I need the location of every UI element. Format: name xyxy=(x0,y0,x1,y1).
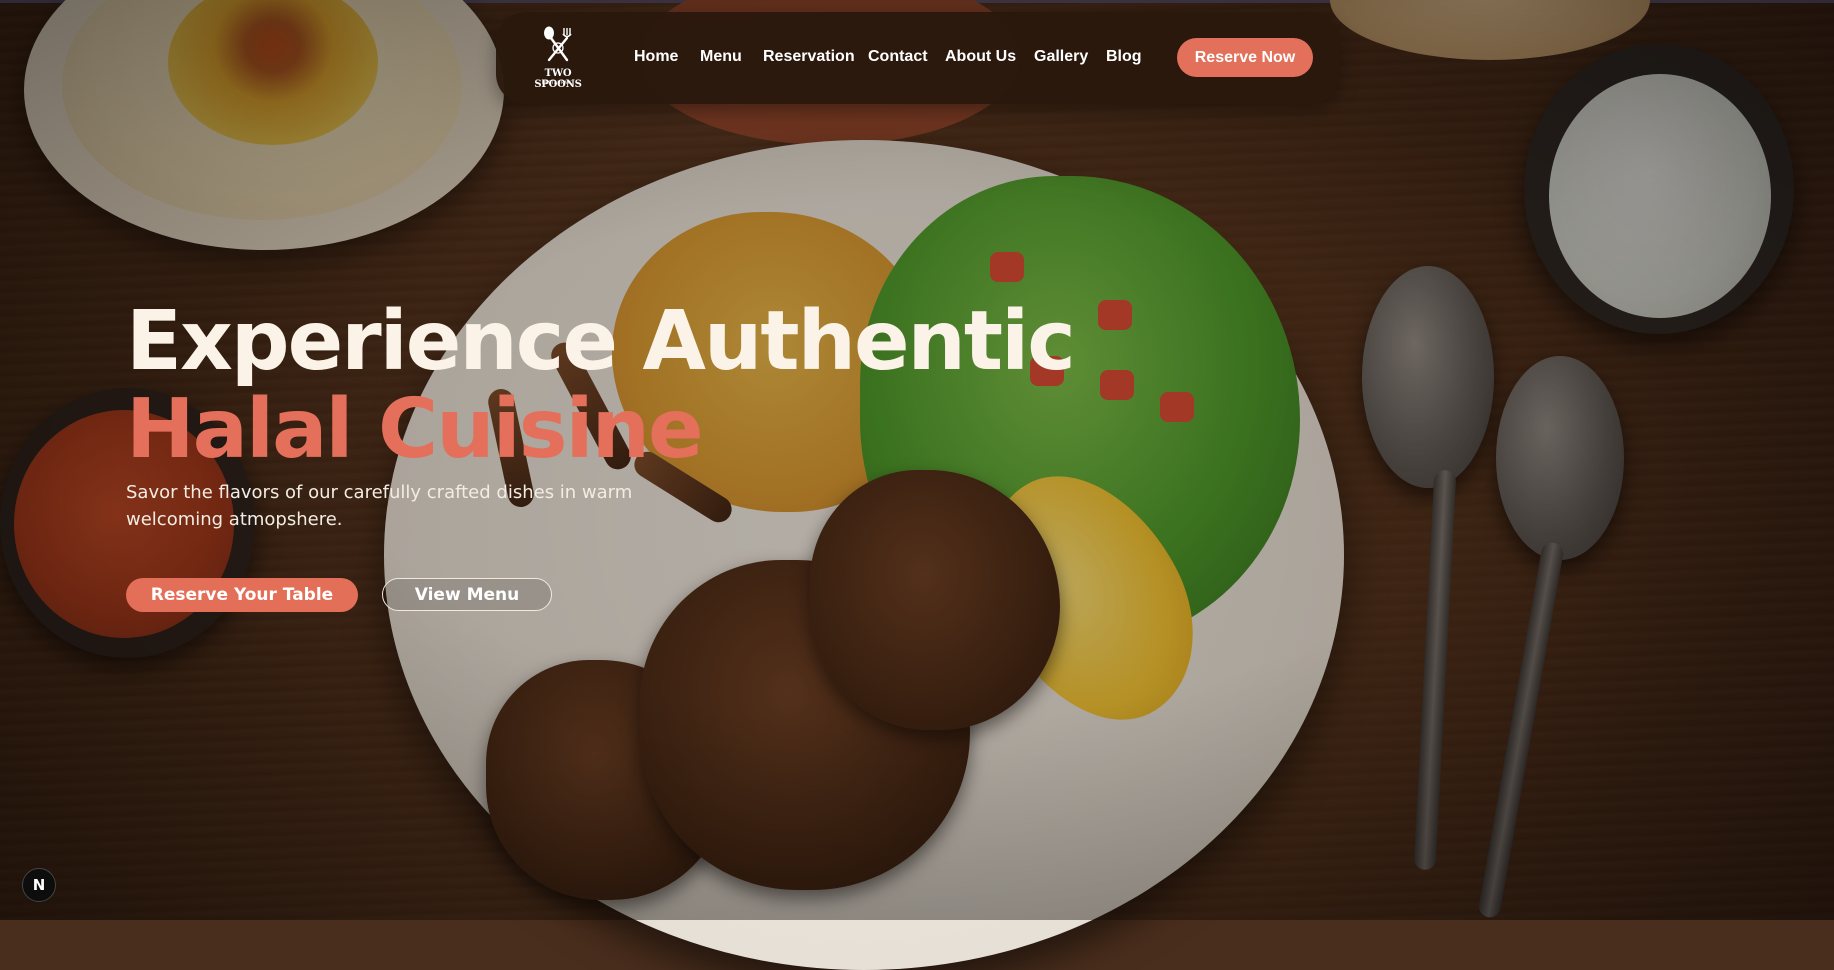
hero-headline-accent: Halal Cuisine xyxy=(126,382,704,477)
reserve-now-button[interactable]: Reserve Now xyxy=(1177,38,1313,77)
view-menu-button[interactable]: View Menu xyxy=(382,578,552,611)
nav-link-menu[interactable]: Menu xyxy=(700,48,742,66)
reserve-your-table-button[interactable]: Reserve Your Table xyxy=(126,578,358,612)
brand-name: TWO SPOONS xyxy=(534,68,582,90)
nav-link-reservation[interactable]: Reservation xyxy=(763,48,855,66)
hero-headline: Experience Authentic xyxy=(126,294,1076,389)
nav-link-blog[interactable]: Blog xyxy=(1106,48,1142,66)
crossed-spoon-fork-icon xyxy=(544,26,572,62)
nav-link-about-us[interactable]: About Us xyxy=(945,48,1016,66)
next-dev-indicator-icon[interactable]: N xyxy=(22,868,56,902)
brand-tagline: RESTAURANT xyxy=(541,80,575,85)
nav-link-home[interactable]: Home xyxy=(634,48,678,66)
hero-subtitle: Savor the flavors of our carefully craft… xyxy=(126,482,633,530)
nav-link-contact[interactable]: Contact xyxy=(868,48,928,66)
nav-link-gallery[interactable]: Gallery xyxy=(1034,48,1088,66)
brand-logo[interactable]: TWO SPOONS RESTAURANT xyxy=(524,26,592,90)
